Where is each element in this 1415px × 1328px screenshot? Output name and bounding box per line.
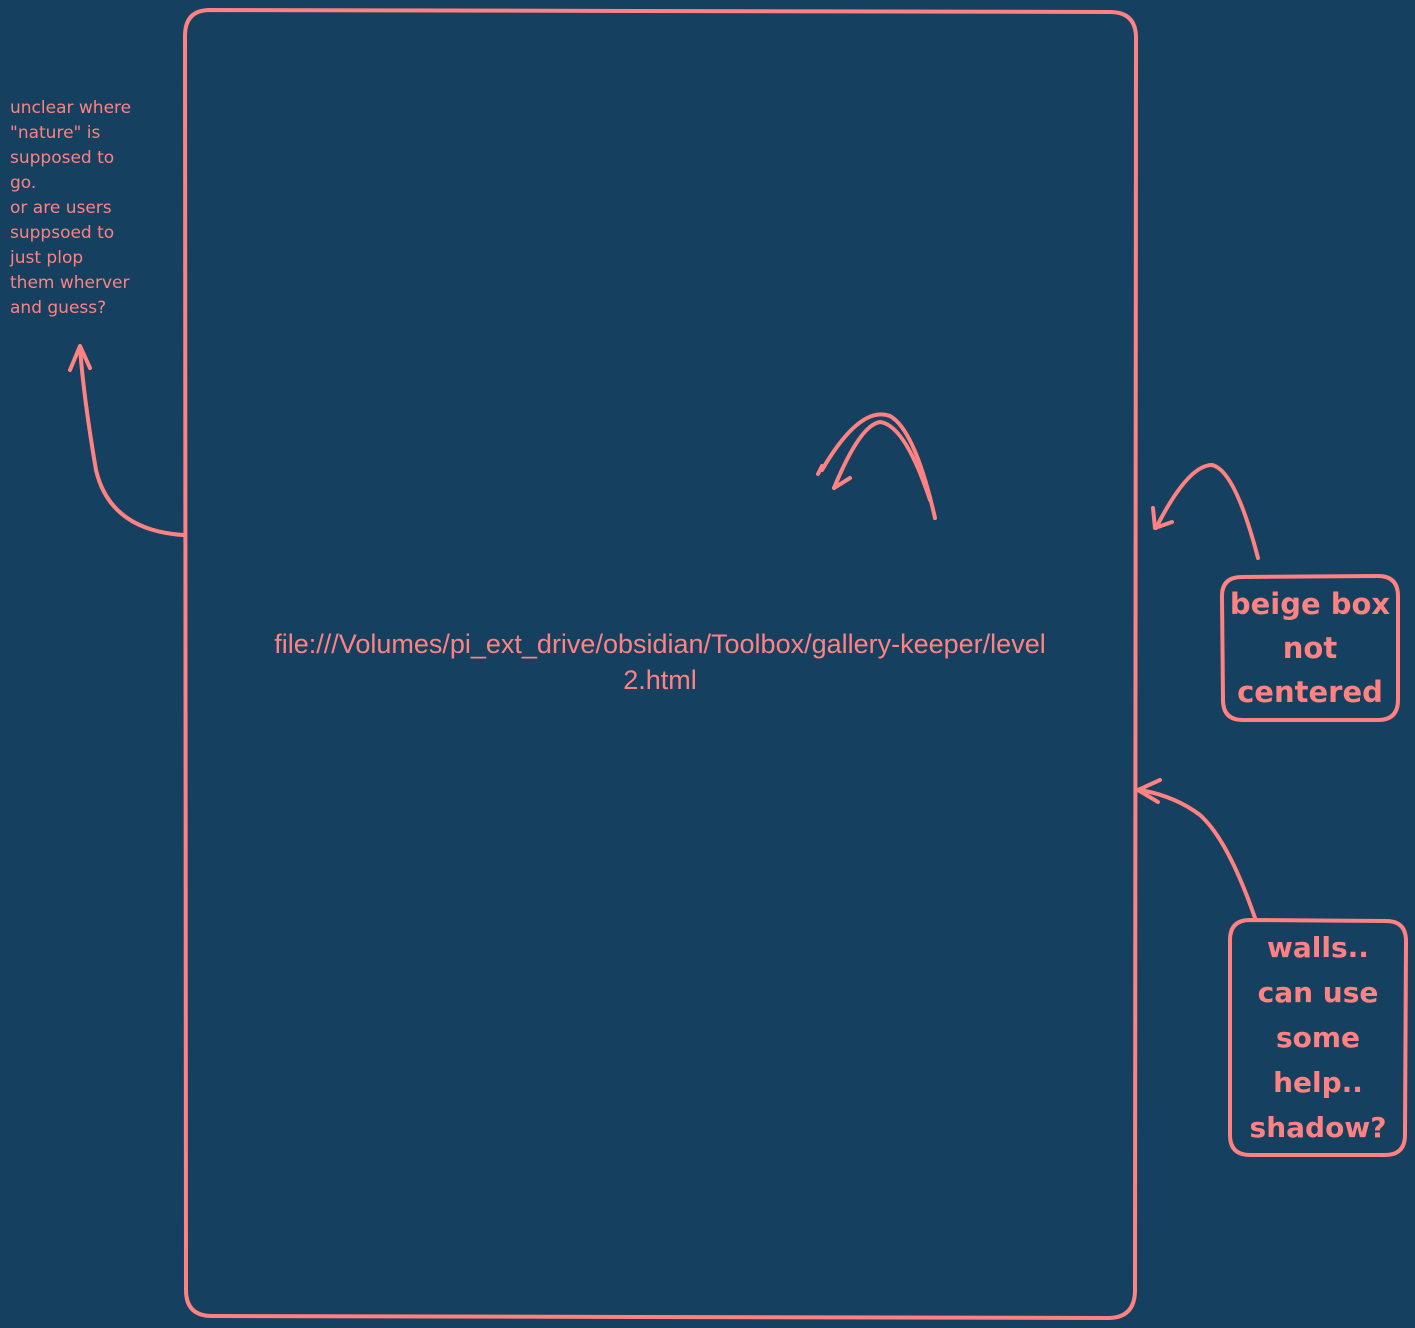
beige-box-note: beige box not centered bbox=[1229, 587, 1391, 709]
arrow-to-left-note bbox=[78, 346, 185, 537]
walls-note: walls.. can use some help.. shadow? bbox=[1249, 931, 1387, 1144]
embed-url-text[interactable]: file:///Volumes/pi_ext_drive/obsidian/To… bbox=[270, 626, 1050, 698]
left-sticky-note: unclear where "nature" is supposed to go… bbox=[10, 98, 132, 318]
arrow-from-beige-note bbox=[1154, 463, 1260, 560]
arrow-from-walls-note bbox=[1138, 788, 1257, 920]
